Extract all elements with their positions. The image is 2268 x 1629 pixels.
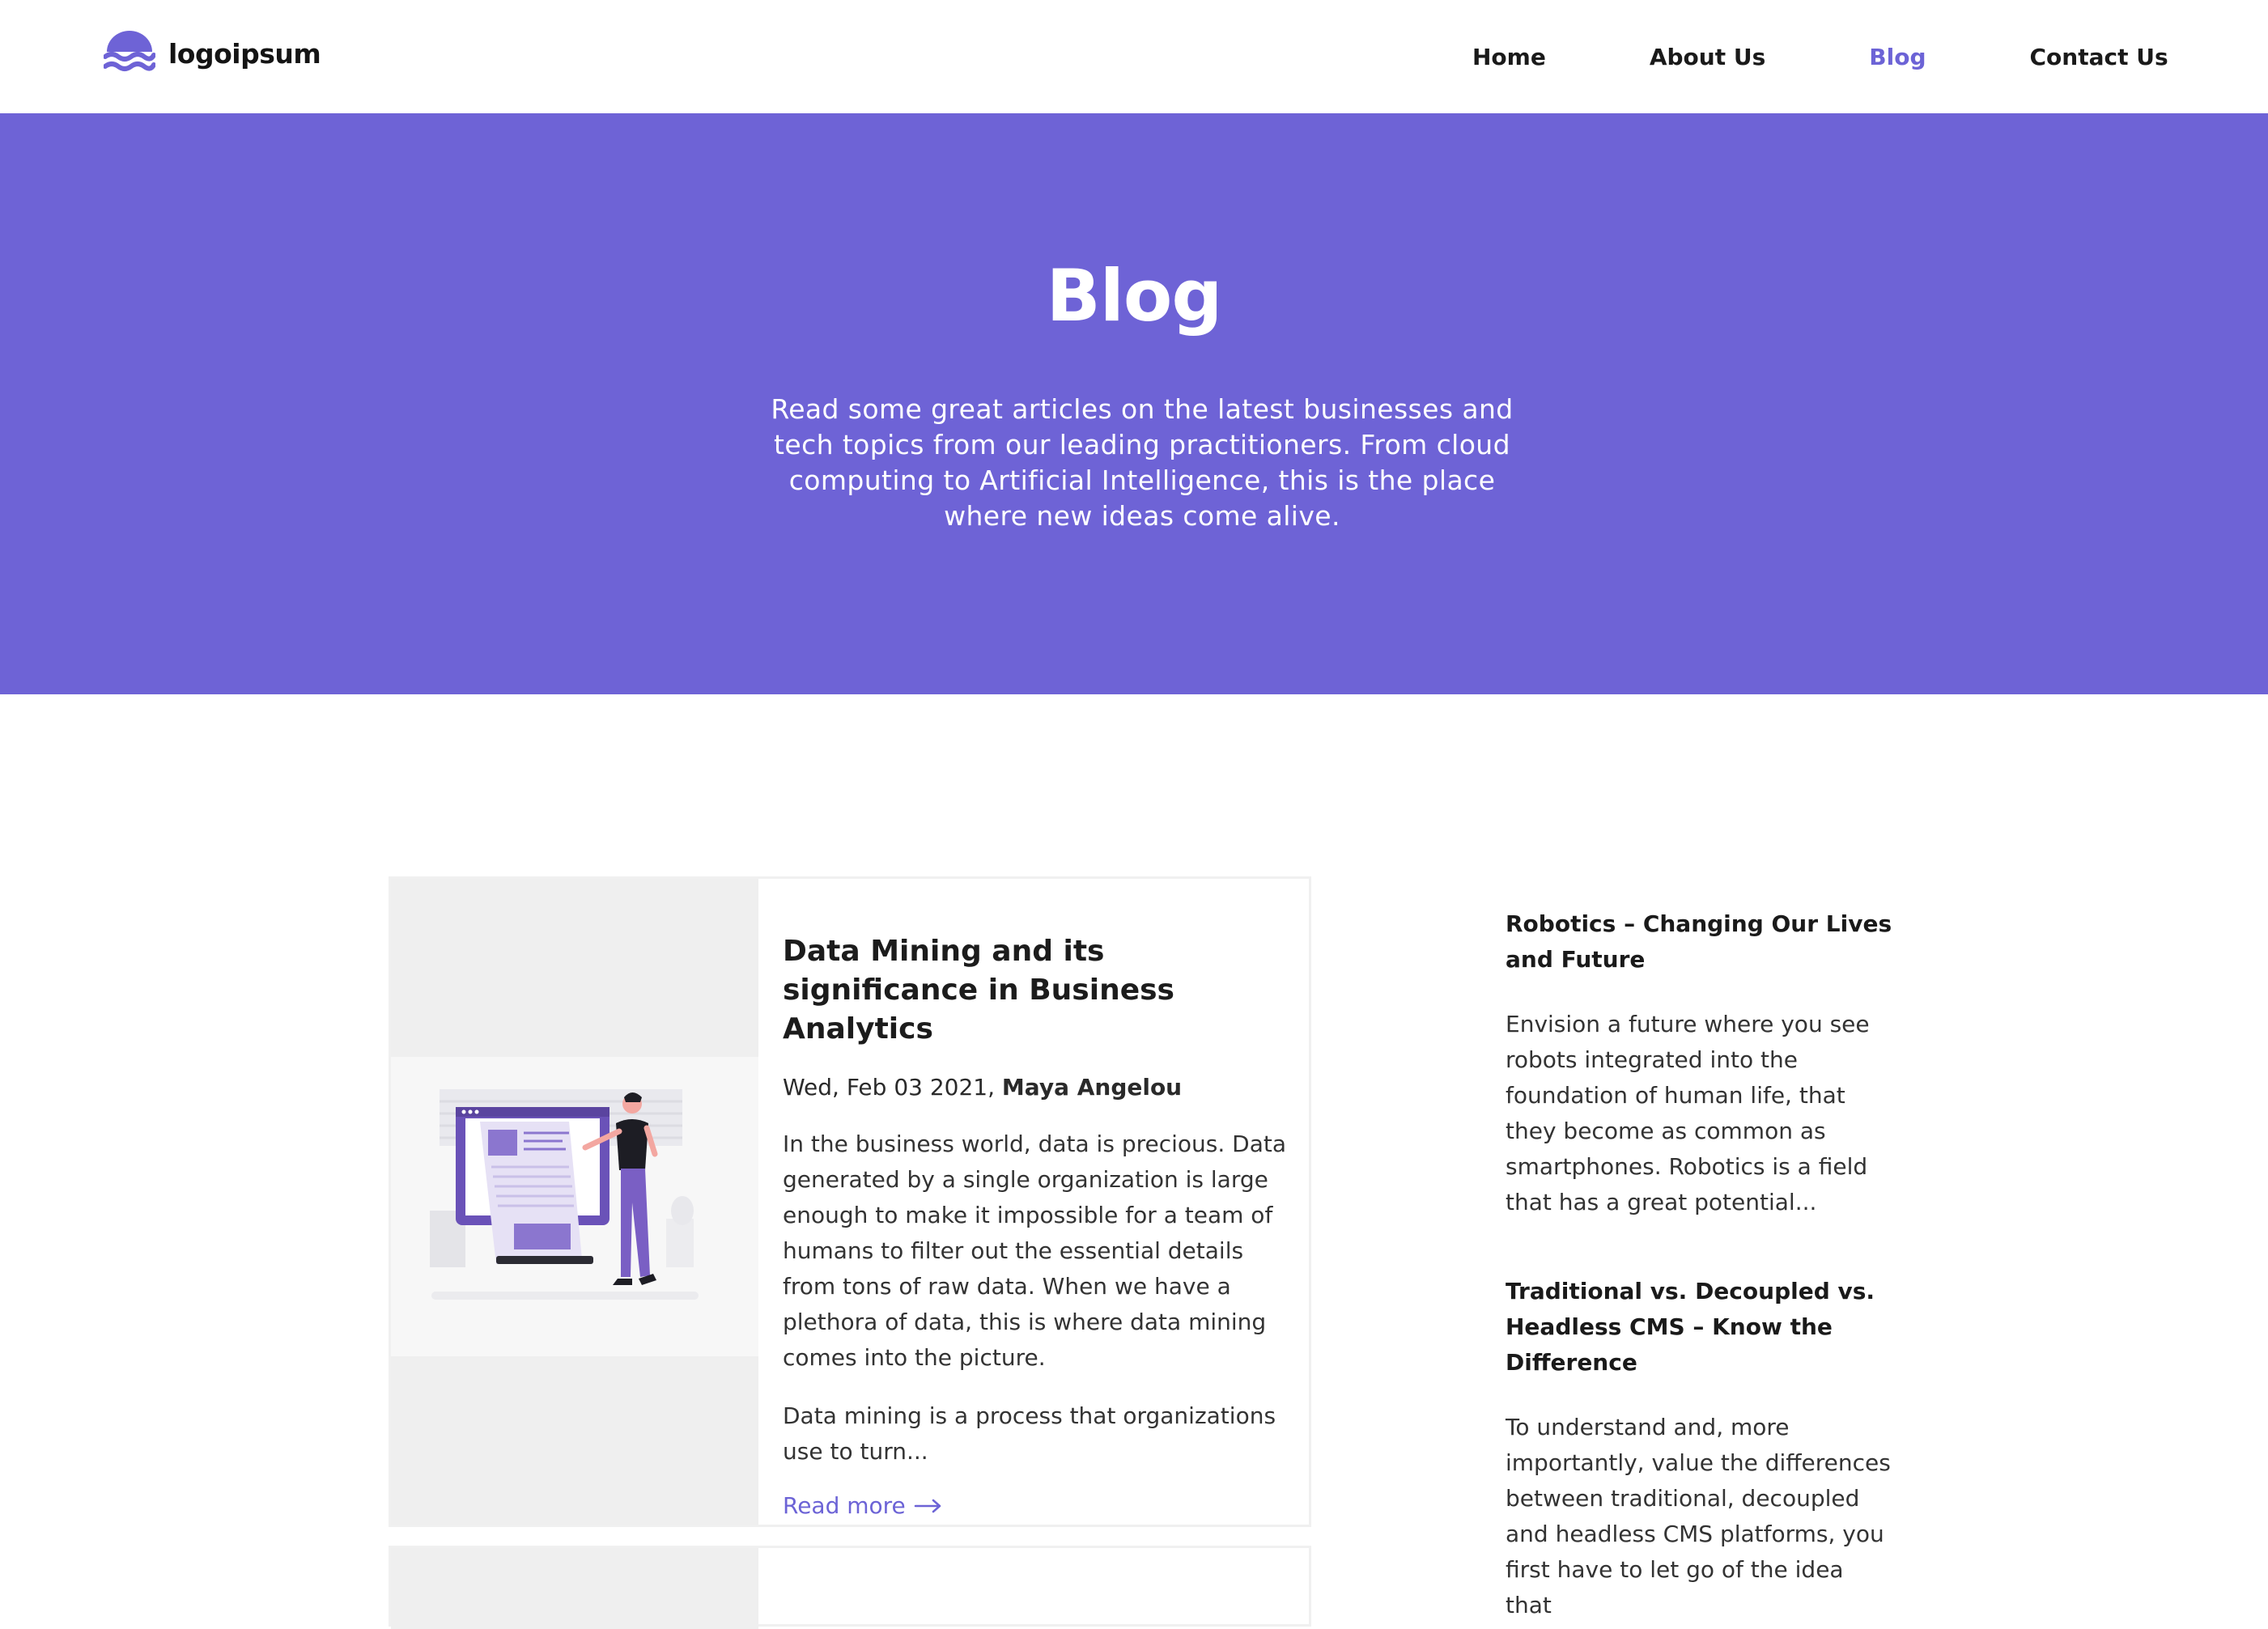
post-thumbnail[interactable]: [391, 879, 758, 1525]
top-navigation-bar: logoipsum Home About Us Blog Contact Us: [0, 0, 2268, 113]
post-thumbnail[interactable]: [391, 1548, 758, 1629]
blog-post-card: Data Mining and its significance in Busi…: [389, 876, 1311, 1527]
read-more-link[interactable]: Read more: [783, 1492, 943, 1519]
post-excerpt-paragraph: Data mining is a process that organizati…: [783, 1402, 1276, 1465]
sidebar-post-title[interactable]: Robotics – Changing Our Lives and Future: [1506, 906, 1894, 978]
post-content: Data Mining and its significance in Busi…: [783, 932, 1293, 1519]
nav-item-home[interactable]: Home: [1472, 44, 1546, 70]
nav-item-contact-us[interactable]: Contact Us: [2029, 44, 2168, 70]
sidebar-post-title[interactable]: Traditional vs. Decoupled vs. Headless C…: [1506, 1274, 1894, 1381]
sidebar-post-excerpt: To understand and, more importantly, val…: [1506, 1414, 1891, 1618]
blog-post-card: [389, 1546, 1311, 1629]
read-more-label: Read more: [783, 1492, 906, 1519]
logo-waves-icon: [104, 31, 155, 71]
arrow-right-icon: [914, 1499, 941, 1512]
nav-item-about-us[interactable]: About Us: [1650, 44, 1765, 70]
hero-description: Read some great articles on the latest b…: [771, 393, 1514, 532]
post-date: Wed, Feb 03 2021,: [783, 1074, 996, 1101]
post-excerpt-paragraph: In the business world, data is precious.…: [783, 1131, 1287, 1371]
sidebar-post: Robotics – Changing Our Lives and Future…: [1506, 906, 1894, 1220]
nav-item-blog[interactable]: Blog: [1869, 44, 1926, 70]
post-author: Maya Angelou: [1001, 1074, 1183, 1101]
page-title: Blog: [1046, 254, 1223, 337]
main-nav: Home About Us Blog Contact Us: [1472, 39, 2168, 74]
post-meta: Wed, Feb 03 2021, Maya Angelou: [783, 1071, 1293, 1104]
post-title[interactable]: Data Mining and its significance in Busi…: [783, 932, 1293, 1049]
data-analysis-illustration-icon: [430, 1089, 699, 1300]
brand-logo[interactable]: logoipsum: [104, 29, 321, 78]
sidebar-recent-posts: Robotics – Changing Our Lives and Future…: [1506, 906, 1894, 1623]
sidebar-post-excerpt: Envision a future where you see robots i…: [1506, 1011, 1870, 1215]
sidebar-post: Traditional vs. Decoupled vs. Headless C…: [1506, 1274, 1894, 1623]
hero-banner: Blog Read some great articles on the lat…: [0, 113, 2268, 694]
brand-name: logoipsum: [168, 37, 321, 70]
